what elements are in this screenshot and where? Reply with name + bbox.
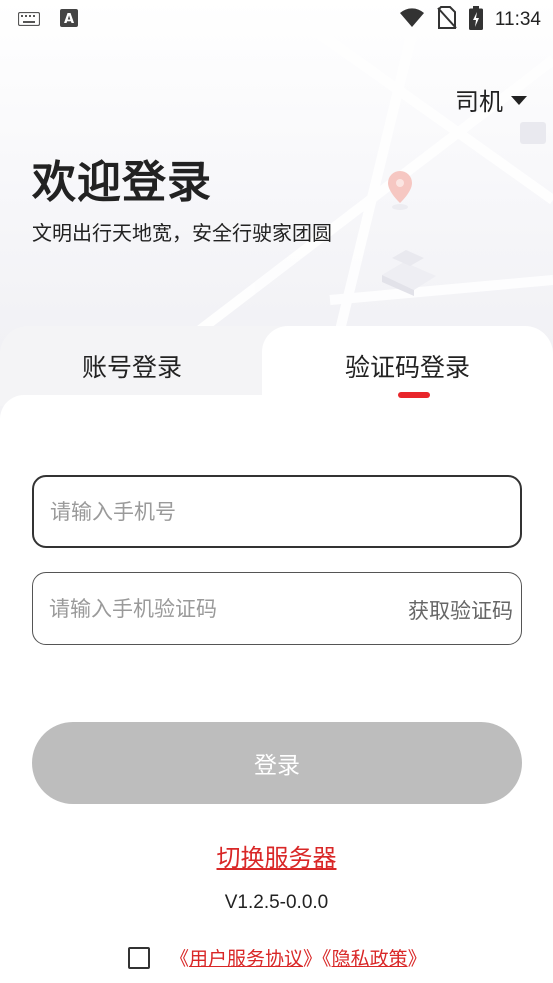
quote-open: 《 [170, 948, 190, 970]
login-button[interactable]: 登录 [32, 722, 522, 804]
caret-down-icon [511, 96, 527, 105]
role-selector-label: 司机 [455, 88, 503, 116]
code-input[interactable] [33, 596, 373, 621]
version-label: V1.2.5-0.0.0 [224, 892, 329, 913]
quote-open: 《 [322, 948, 332, 970]
page-subtitle: 文明出行天地宽，安全行驶家团圆 [32, 221, 332, 245]
active-tab-indicator [398, 392, 430, 398]
user-agreement-link[interactable]: 用户服务协议 [189, 948, 303, 970]
agreement-checkbox[interactable] [128, 946, 150, 969]
status-bar: A 11:34 [0, 0, 553, 38]
font-a-icon: A [60, 9, 78, 31]
quote-close: 》 [303, 948, 323, 970]
quote-close: 》 [407, 948, 427, 970]
no-sim-icon [437, 6, 457, 34]
privacy-policy-link[interactable]: 隐私政策 [332, 948, 408, 970]
wifi-icon [399, 8, 425, 32]
tab-code-login[interactable]: 验证码登录 [345, 348, 470, 384]
phone-field[interactable] [32, 475, 522, 548]
switch-server-link[interactable]: 切换服务器 [217, 844, 337, 872]
switch-server-wrapper: 切换服务器 [0, 838, 553, 873]
role-selector[interactable]: 司机 [455, 82, 527, 117]
get-code-button[interactable]: 获取验证码 [408, 595, 513, 625]
page-title: 欢迎登录 [32, 157, 212, 208]
location-pin-icon [388, 171, 412, 210]
keyboard-icon [17, 11, 41, 30]
phone-input[interactable] [34, 499, 520, 524]
battery-charging-icon [468, 6, 483, 34]
agreement-row: 《用户服务协议》《隐私政策》 [128, 944, 427, 971]
code-field[interactable]: 获取验证码 [32, 572, 522, 645]
clock: 11:34 [494, 9, 541, 30]
tab-account-login[interactable]: 账号登录 [82, 348, 182, 384]
svg-text:A: A [64, 12, 74, 27]
agreement-links: 《用户服务协议》《隐私政策》 [170, 944, 427, 971]
